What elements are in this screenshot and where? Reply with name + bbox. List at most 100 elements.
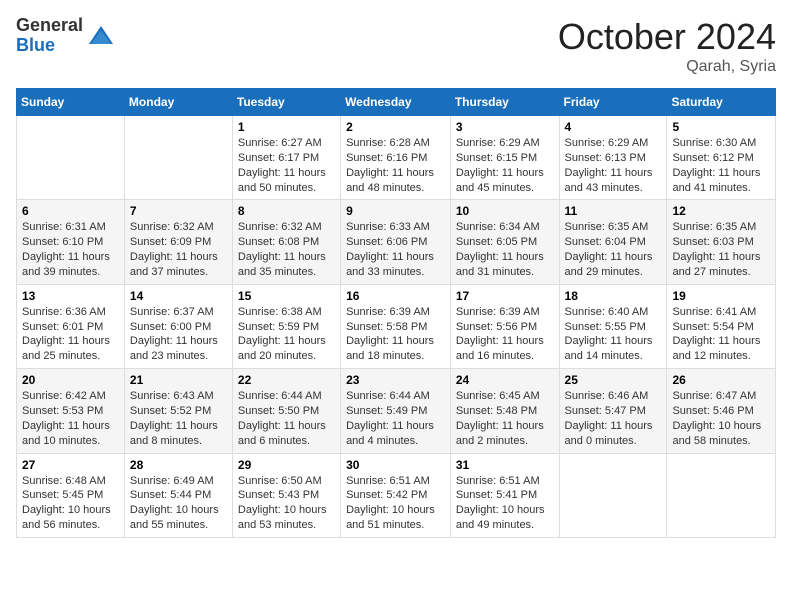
calendar-week-4: 27 Sunrise: 6:48 AMSunset: 5:45 PMDayligh…	[17, 453, 776, 537]
day-info: Sunrise: 6:50 AMSunset: 5:43 PMDaylight:…	[238, 474, 335, 533]
day-info: Sunrise: 6:29 AMSunset: 6:13 PMDaylight:…	[565, 136, 662, 195]
day-info: Sunrise: 6:45 AMSunset: 5:48 PMDaylight:…	[456, 389, 554, 448]
logo: General Blue	[16, 16, 115, 56]
day-info: Sunrise: 6:34 AMSunset: 6:05 PMDaylight:…	[456, 220, 554, 279]
calendar-cell	[17, 116, 125, 200]
header-tuesday: Tuesday	[232, 89, 340, 116]
day-info: Sunrise: 6:31 AMSunset: 6:10 PMDaylight:…	[22, 220, 119, 279]
calendar-cell	[124, 116, 232, 200]
calendar-cell: 13 Sunrise: 6:36 AMSunset: 6:01 PMDayligh…	[17, 284, 125, 368]
day-info: Sunrise: 6:37 AMSunset: 6:00 PMDaylight:…	[130, 305, 227, 364]
day-info: Sunrise: 6:33 AMSunset: 6:06 PMDaylight:…	[346, 220, 445, 279]
calendar-cell: 5 Sunrise: 6:30 AMSunset: 6:12 PMDaylight…	[667, 116, 776, 200]
day-number: 10	[456, 204, 554, 218]
calendar-cell: 23Sunrise: 6:44 AMSunset: 5:49 PMDayligh…	[341, 369, 451, 453]
calendar-cell: 24 Sunrise: 6:45 AMSunset: 5:48 PMDayligh…	[450, 369, 559, 453]
header-friday: Friday	[559, 89, 667, 116]
calendar-cell: 7Sunrise: 6:32 AMSunset: 6:09 PMDaylight…	[124, 200, 232, 284]
day-info: Sunrise: 6:32 AMSunset: 6:09 PMDaylight:…	[130, 220, 227, 279]
calendar-cell: 3Sunrise: 6:29 AMSunset: 6:15 PMDaylight…	[450, 116, 559, 200]
day-number: 3	[456, 120, 554, 134]
header-sunday: Sunday	[17, 89, 125, 116]
day-info: Sunrise: 6:46 AMSunset: 5:47 PMDaylight:…	[565, 389, 662, 448]
day-info: Sunrise: 6:44 AMSunset: 5:49 PMDaylight:…	[346, 389, 445, 448]
calendar-cell: 16 Sunrise: 6:39 AMSunset: 5:58 PMDayligh…	[341, 284, 451, 368]
calendar-week-0: 1Sunrise: 6:27 AMSunset: 6:17 PMDaylight…	[17, 116, 776, 200]
day-info: Sunrise: 6:38 AMSunset: 5:59 PMDaylight:…	[238, 305, 335, 364]
page-header: General Blue October 2024 Qarah, Syria	[16, 16, 776, 76]
day-number: 13	[22, 289, 119, 303]
day-info: Sunrise: 6:43 AMSunset: 5:52 PMDaylight:…	[130, 389, 227, 448]
calendar-cell: 17Sunrise: 6:39 AMSunset: 5:56 PMDayligh…	[450, 284, 559, 368]
day-number: 8	[238, 204, 335, 218]
day-number: 6	[22, 204, 119, 218]
location: Qarah, Syria	[558, 58, 776, 76]
calendar-cell: 30Sunrise: 6:51 AMSunset: 5:42 PMDayligh…	[341, 453, 451, 537]
day-info: Sunrise: 6:48 AMSunset: 5:45 PMDaylight:…	[22, 474, 119, 533]
day-number: 30	[346, 458, 445, 472]
day-number: 28	[130, 458, 227, 472]
calendar-cell: 15 Sunrise: 6:38 AMSunset: 5:59 PMDayligh…	[232, 284, 340, 368]
calendar-header: SundayMondayTuesdayWednesdayThursdayFrid…	[17, 89, 776, 116]
day-info: Sunrise: 6:44 AMSunset: 5:50 PMDaylight:…	[238, 389, 335, 448]
day-number: 31	[456, 458, 554, 472]
calendar-cell	[559, 453, 667, 537]
day-number: 29	[238, 458, 335, 472]
header-monday: Monday	[124, 89, 232, 116]
day-info: Sunrise: 6:30 AMSunset: 6:12 PMDaylight:…	[672, 136, 770, 195]
day-info: Sunrise: 6:39 AMSunset: 5:58 PMDaylight:…	[346, 305, 445, 364]
calendar-cell: 31 Sunrise: 6:51 AMSunset: 5:41 PMDayligh…	[450, 453, 559, 537]
day-info: Sunrise: 6:51 AMSunset: 5:41 PMDaylight:…	[456, 474, 554, 533]
day-number: 14	[130, 289, 227, 303]
day-number: 1	[238, 120, 335, 134]
day-info: Sunrise: 6:32 AMSunset: 6:08 PMDaylight:…	[238, 220, 335, 279]
calendar-cell: 19 Sunrise: 6:41 AMSunset: 5:54 PMDayligh…	[667, 284, 776, 368]
calendar-cell: 26Sunrise: 6:47 AMSunset: 5:46 PMDayligh…	[667, 369, 776, 453]
calendar-cell: 11 Sunrise: 6:35 AMSunset: 6:04 PMDayligh…	[559, 200, 667, 284]
calendar-week-3: 20Sunrise: 6:42 AMSunset: 5:53 PMDayligh…	[17, 369, 776, 453]
day-number: 18	[565, 289, 662, 303]
day-number: 24	[456, 373, 554, 387]
calendar-cell	[667, 453, 776, 537]
calendar-cell: 10 Sunrise: 6:34 AMSunset: 6:05 PMDayligh…	[450, 200, 559, 284]
day-info: Sunrise: 6:35 AMSunset: 6:03 PMDaylight:…	[672, 220, 770, 279]
day-number: 4	[565, 120, 662, 134]
month-title: October 2024	[558, 16, 776, 58]
day-number: 19	[672, 289, 770, 303]
day-number: 5	[672, 120, 770, 134]
day-info: Sunrise: 6:41 AMSunset: 5:54 PMDaylight:…	[672, 305, 770, 364]
calendar-cell: 21Sunrise: 6:43 AMSunset: 5:52 PMDayligh…	[124, 369, 232, 453]
logo-blue: Blue	[16, 36, 83, 56]
calendar-cell: 27 Sunrise: 6:48 AMSunset: 5:45 PMDayligh…	[17, 453, 125, 537]
calendar-cell: 4 Sunrise: 6:29 AMSunset: 6:13 PMDaylight…	[559, 116, 667, 200]
day-number: 22	[238, 373, 335, 387]
calendar-cell: 29 Sunrise: 6:50 AMSunset: 5:43 PMDayligh…	[232, 453, 340, 537]
calendar-cell: 9 Sunrise: 6:33 AMSunset: 6:06 PMDaylight…	[341, 200, 451, 284]
day-number: 26	[672, 373, 770, 387]
day-number: 20	[22, 373, 119, 387]
day-info: Sunrise: 6:36 AMSunset: 6:01 PMDaylight:…	[22, 305, 119, 364]
day-info: Sunrise: 6:35 AMSunset: 6:04 PMDaylight:…	[565, 220, 662, 279]
day-number: 11	[565, 204, 662, 218]
day-number: 2	[346, 120, 445, 134]
calendar-cell: 1Sunrise: 6:27 AMSunset: 6:17 PMDaylight…	[232, 116, 340, 200]
calendar-cell: 22 Sunrise: 6:44 AMSunset: 5:50 PMDayligh…	[232, 369, 340, 453]
day-number: 15	[238, 289, 335, 303]
calendar-body: 1Sunrise: 6:27 AMSunset: 6:17 PMDaylight…	[17, 116, 776, 538]
logo-general: General	[16, 16, 83, 36]
calendar-cell: 8 Sunrise: 6:32 AMSunset: 6:08 PMDaylight…	[232, 200, 340, 284]
calendar-cell: 20Sunrise: 6:42 AMSunset: 5:53 PMDayligh…	[17, 369, 125, 453]
day-number: 27	[22, 458, 119, 472]
calendar-cell: 18 Sunrise: 6:40 AMSunset: 5:55 PMDayligh…	[559, 284, 667, 368]
calendar-cell: 12 Sunrise: 6:35 AMSunset: 6:03 PMDayligh…	[667, 200, 776, 284]
day-info: Sunrise: 6:40 AMSunset: 5:55 PMDaylight:…	[565, 305, 662, 364]
calendar-cell: 28Sunrise: 6:49 AMSunset: 5:44 PMDayligh…	[124, 453, 232, 537]
day-info: Sunrise: 6:39 AMSunset: 5:56 PMDaylight:…	[456, 305, 554, 364]
day-number: 12	[672, 204, 770, 218]
calendar-cell: 14 Sunrise: 6:37 AMSunset: 6:00 PMDayligh…	[124, 284, 232, 368]
calendar-week-1: 6 Sunrise: 6:31 AMSunset: 6:10 PMDaylight…	[17, 200, 776, 284]
calendar-table: SundayMondayTuesdayWednesdayThursdayFrid…	[16, 88, 776, 538]
header-wednesday: Wednesday	[341, 89, 451, 116]
day-number: 9	[346, 204, 445, 218]
day-number: 16	[346, 289, 445, 303]
